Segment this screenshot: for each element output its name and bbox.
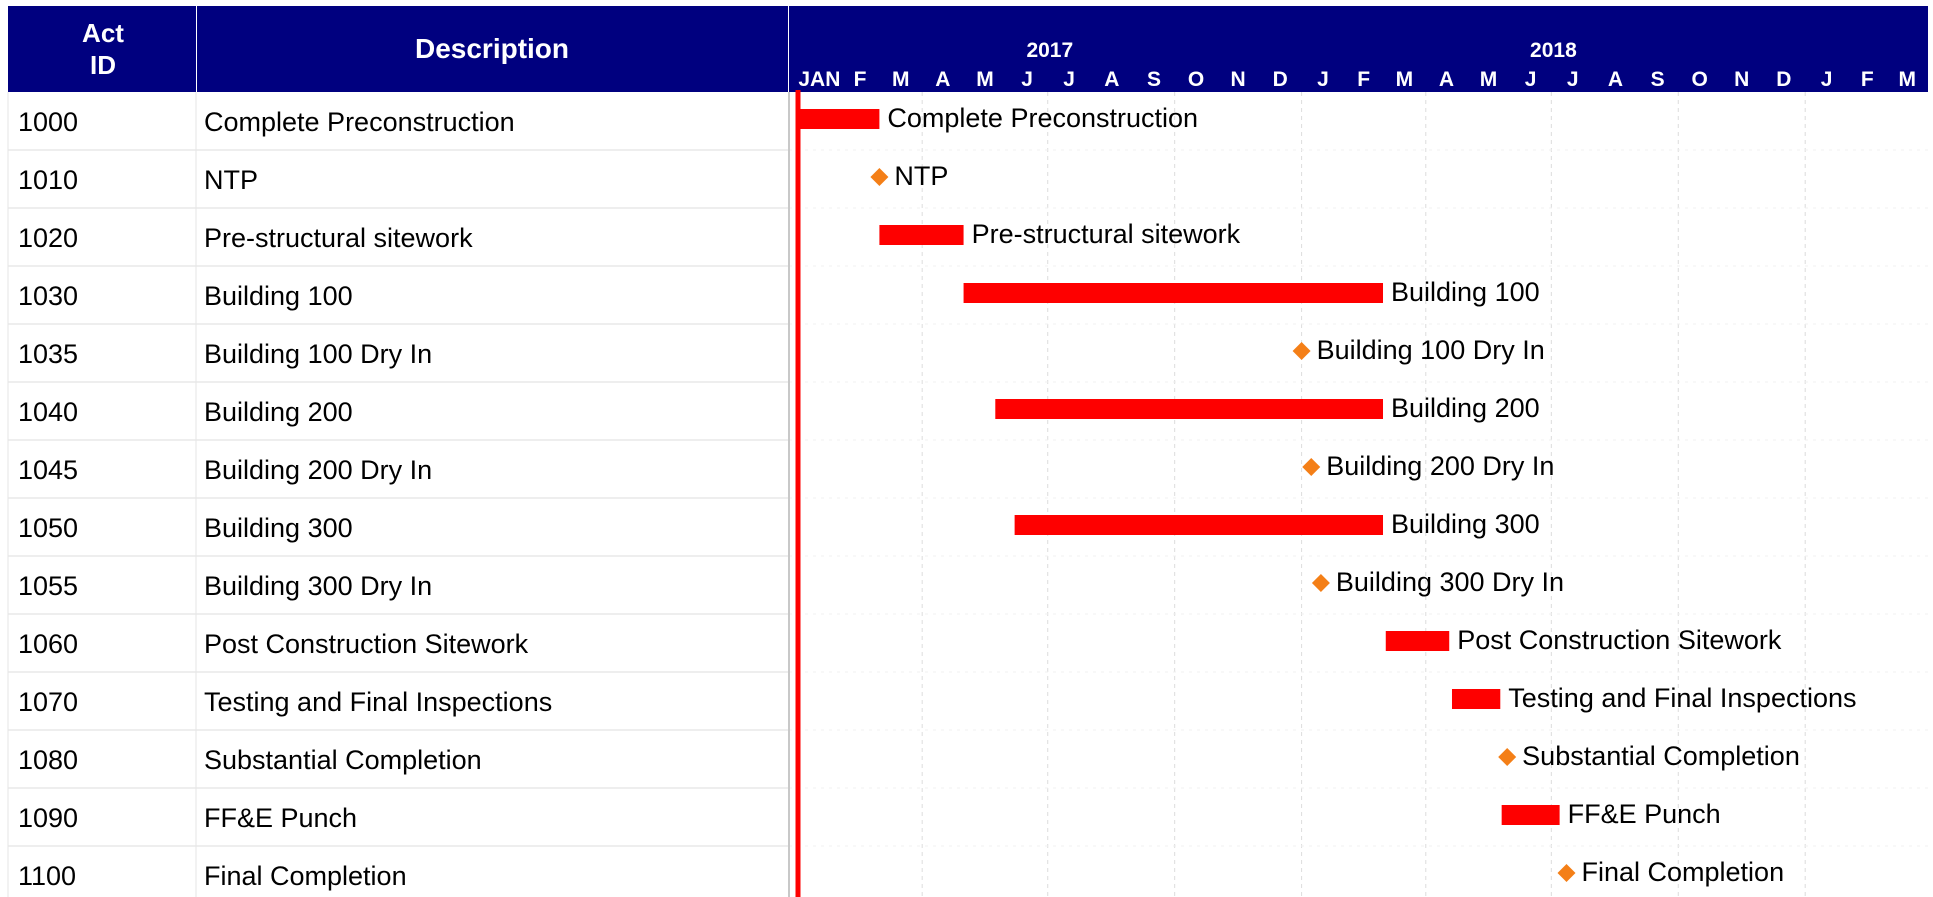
activity-id: 1100 [18, 861, 76, 891]
activity-id: 1040 [18, 397, 78, 427]
month-label: A [1104, 68, 1119, 91]
activity-id: 1010 [18, 165, 78, 195]
activity-id: 1050 [18, 513, 78, 543]
activity-id: 1035 [18, 339, 78, 369]
bar-label: FF&E Punch [1568, 799, 1721, 829]
activity-description: NTP [204, 165, 258, 195]
activity-description: Building 100 Dry In [204, 339, 432, 369]
month-label: A [1439, 68, 1454, 91]
description-header: Description [415, 33, 569, 64]
month-label: F [1357, 68, 1370, 91]
activity-id: 1090 [18, 803, 78, 833]
month-label: M [892, 68, 910, 91]
gantt-chart: Act ID Description JAN F M A M J J A S O N D J F M A M J J… [0, 0, 1933, 897]
task-bar [1385, 631, 1450, 651]
month-label: JAN [798, 68, 840, 91]
month-label: F [1861, 68, 1874, 91]
bar-label: Building 200 [1391, 393, 1540, 423]
act-id-header-line2: ID [90, 50, 116, 80]
activity-description: Building 300 [204, 513, 353, 543]
month-label: A [935, 68, 950, 91]
activity-description: FF&E Punch [204, 803, 357, 833]
month-label: M [1396, 68, 1414, 91]
activity-description: Building 200 Dry In [204, 455, 432, 485]
month-label: N [1231, 68, 1246, 91]
bar-label: Final Completion [1582, 857, 1785, 887]
month-label: N [1734, 68, 1749, 91]
activity-description: Building 100 [204, 281, 353, 311]
activity-description: Post Construction Sitework [204, 629, 529, 659]
month-label: M [976, 68, 994, 91]
activity-id: 1070 [18, 687, 78, 717]
task-bar [1451, 689, 1501, 709]
activity-description: Complete Preconstruction [204, 107, 515, 137]
activity-description: Testing and Final Inspections [204, 687, 552, 717]
activity-id: 1080 [18, 745, 78, 775]
bar-label: Building 200 Dry In [1326, 451, 1554, 481]
month-label: O [1691, 68, 1707, 91]
activity-description: Final Completion [204, 861, 407, 891]
activity-id: 1000 [18, 107, 78, 137]
month-label: D [1273, 68, 1288, 91]
activity-id: 1055 [18, 571, 78, 601]
bar-label: Post Construction Sitework [1457, 625, 1782, 655]
month-label: D [1776, 68, 1791, 91]
task-bar [995, 399, 1384, 419]
month-label: A [1608, 68, 1623, 91]
activity-id: 1020 [18, 223, 78, 253]
bar-label: Testing and Final Inspections [1508, 683, 1856, 713]
month-label: F [854, 68, 867, 91]
activity-description: Pre-structural sitework [204, 223, 473, 253]
activity-description: Building 200 [204, 397, 353, 427]
bar-label: Complete Preconstruction [887, 103, 1198, 133]
activity-id: 1030 [18, 281, 78, 311]
month-label: O [1188, 68, 1204, 91]
month-label: J [1021, 68, 1033, 91]
bar-label: Building 100 Dry In [1317, 335, 1545, 365]
bar-label: NTP [894, 161, 948, 191]
bar-label: Building 300 [1391, 509, 1540, 539]
task-bar [1501, 805, 1560, 825]
month-label: M [1480, 68, 1498, 91]
task-bar [963, 283, 1384, 303]
bar-label: Substantial Completion [1522, 741, 1800, 771]
month-label: J [1317, 68, 1329, 91]
task-bar [879, 225, 964, 245]
task-bar [1014, 515, 1384, 535]
act-id-header-line1: Act [82, 18, 124, 48]
month-label: S [1147, 68, 1161, 91]
activity-id: 1045 [18, 455, 78, 485]
month-label: J [1567, 68, 1579, 91]
bar-label: Pre-structural sitework [972, 219, 1241, 249]
month-label: J [1821, 68, 1833, 91]
header-divider-id [196, 6, 197, 92]
task-bar [798, 109, 880, 129]
header-divider-desc [788, 6, 789, 92]
month-label: J [1063, 68, 1075, 91]
month-label: J [1525, 68, 1537, 91]
bar-label: Building 300 Dry In [1336, 567, 1564, 597]
bar-label: Building 100 [1391, 277, 1540, 307]
header-band [8, 6, 1928, 92]
month-label: S [1651, 68, 1665, 91]
activity-description: Substantial Completion [204, 745, 482, 775]
year-label: 2017 [1026, 39, 1073, 62]
year-label: 2018 [1530, 39, 1577, 62]
month-label: M [1899, 68, 1917, 91]
activity-description: Building 300 Dry In [204, 571, 432, 601]
activity-id: 1060 [18, 629, 78, 659]
